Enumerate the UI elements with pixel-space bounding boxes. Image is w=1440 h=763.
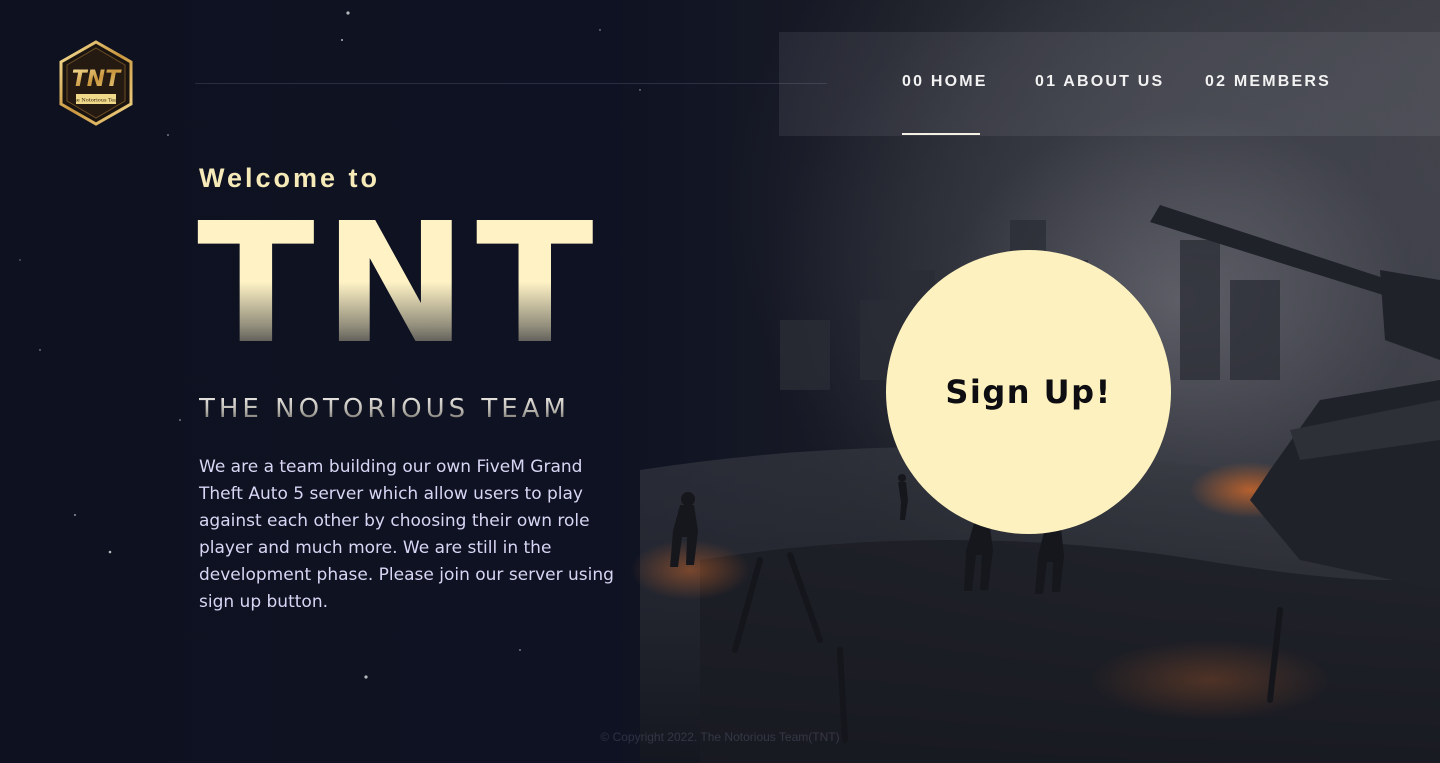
sign-up-button[interactable]: Sign Up!: [886, 250, 1171, 534]
nav-item-about-us[interactable]: 01 ABOUT US: [1035, 32, 1164, 136]
logo-tagline: The Notorious Team: [70, 98, 122, 104]
hero-description: We are a team building our own FiveM Gra…: [199, 457, 614, 612]
nav-active-indicator: [902, 133, 980, 135]
copyright-text: © Copyright 2022. The Notorious Team(TNT…: [600, 730, 840, 744]
nav-item-home[interactable]: 00 HOME: [902, 32, 988, 136]
tnt-logo[interactable]: TNT The Notorious Team: [58, 40, 134, 126]
header-divider: [195, 83, 827, 84]
hero-subtitle: THE NOTORIOUS TEAM: [199, 394, 570, 424]
main-nav: 00 HOME 01 ABOUT US 02 MEMBERS: [779, 32, 1440, 136]
logo-text: TNT: [72, 67, 122, 92]
hero-title: TNT: [197, 188, 602, 381]
nav-item-members[interactable]: 02 MEMBERS: [1205, 32, 1331, 136]
tnt-hexagon-logo-icon: TNT The Notorious Team: [59, 40, 133, 126]
